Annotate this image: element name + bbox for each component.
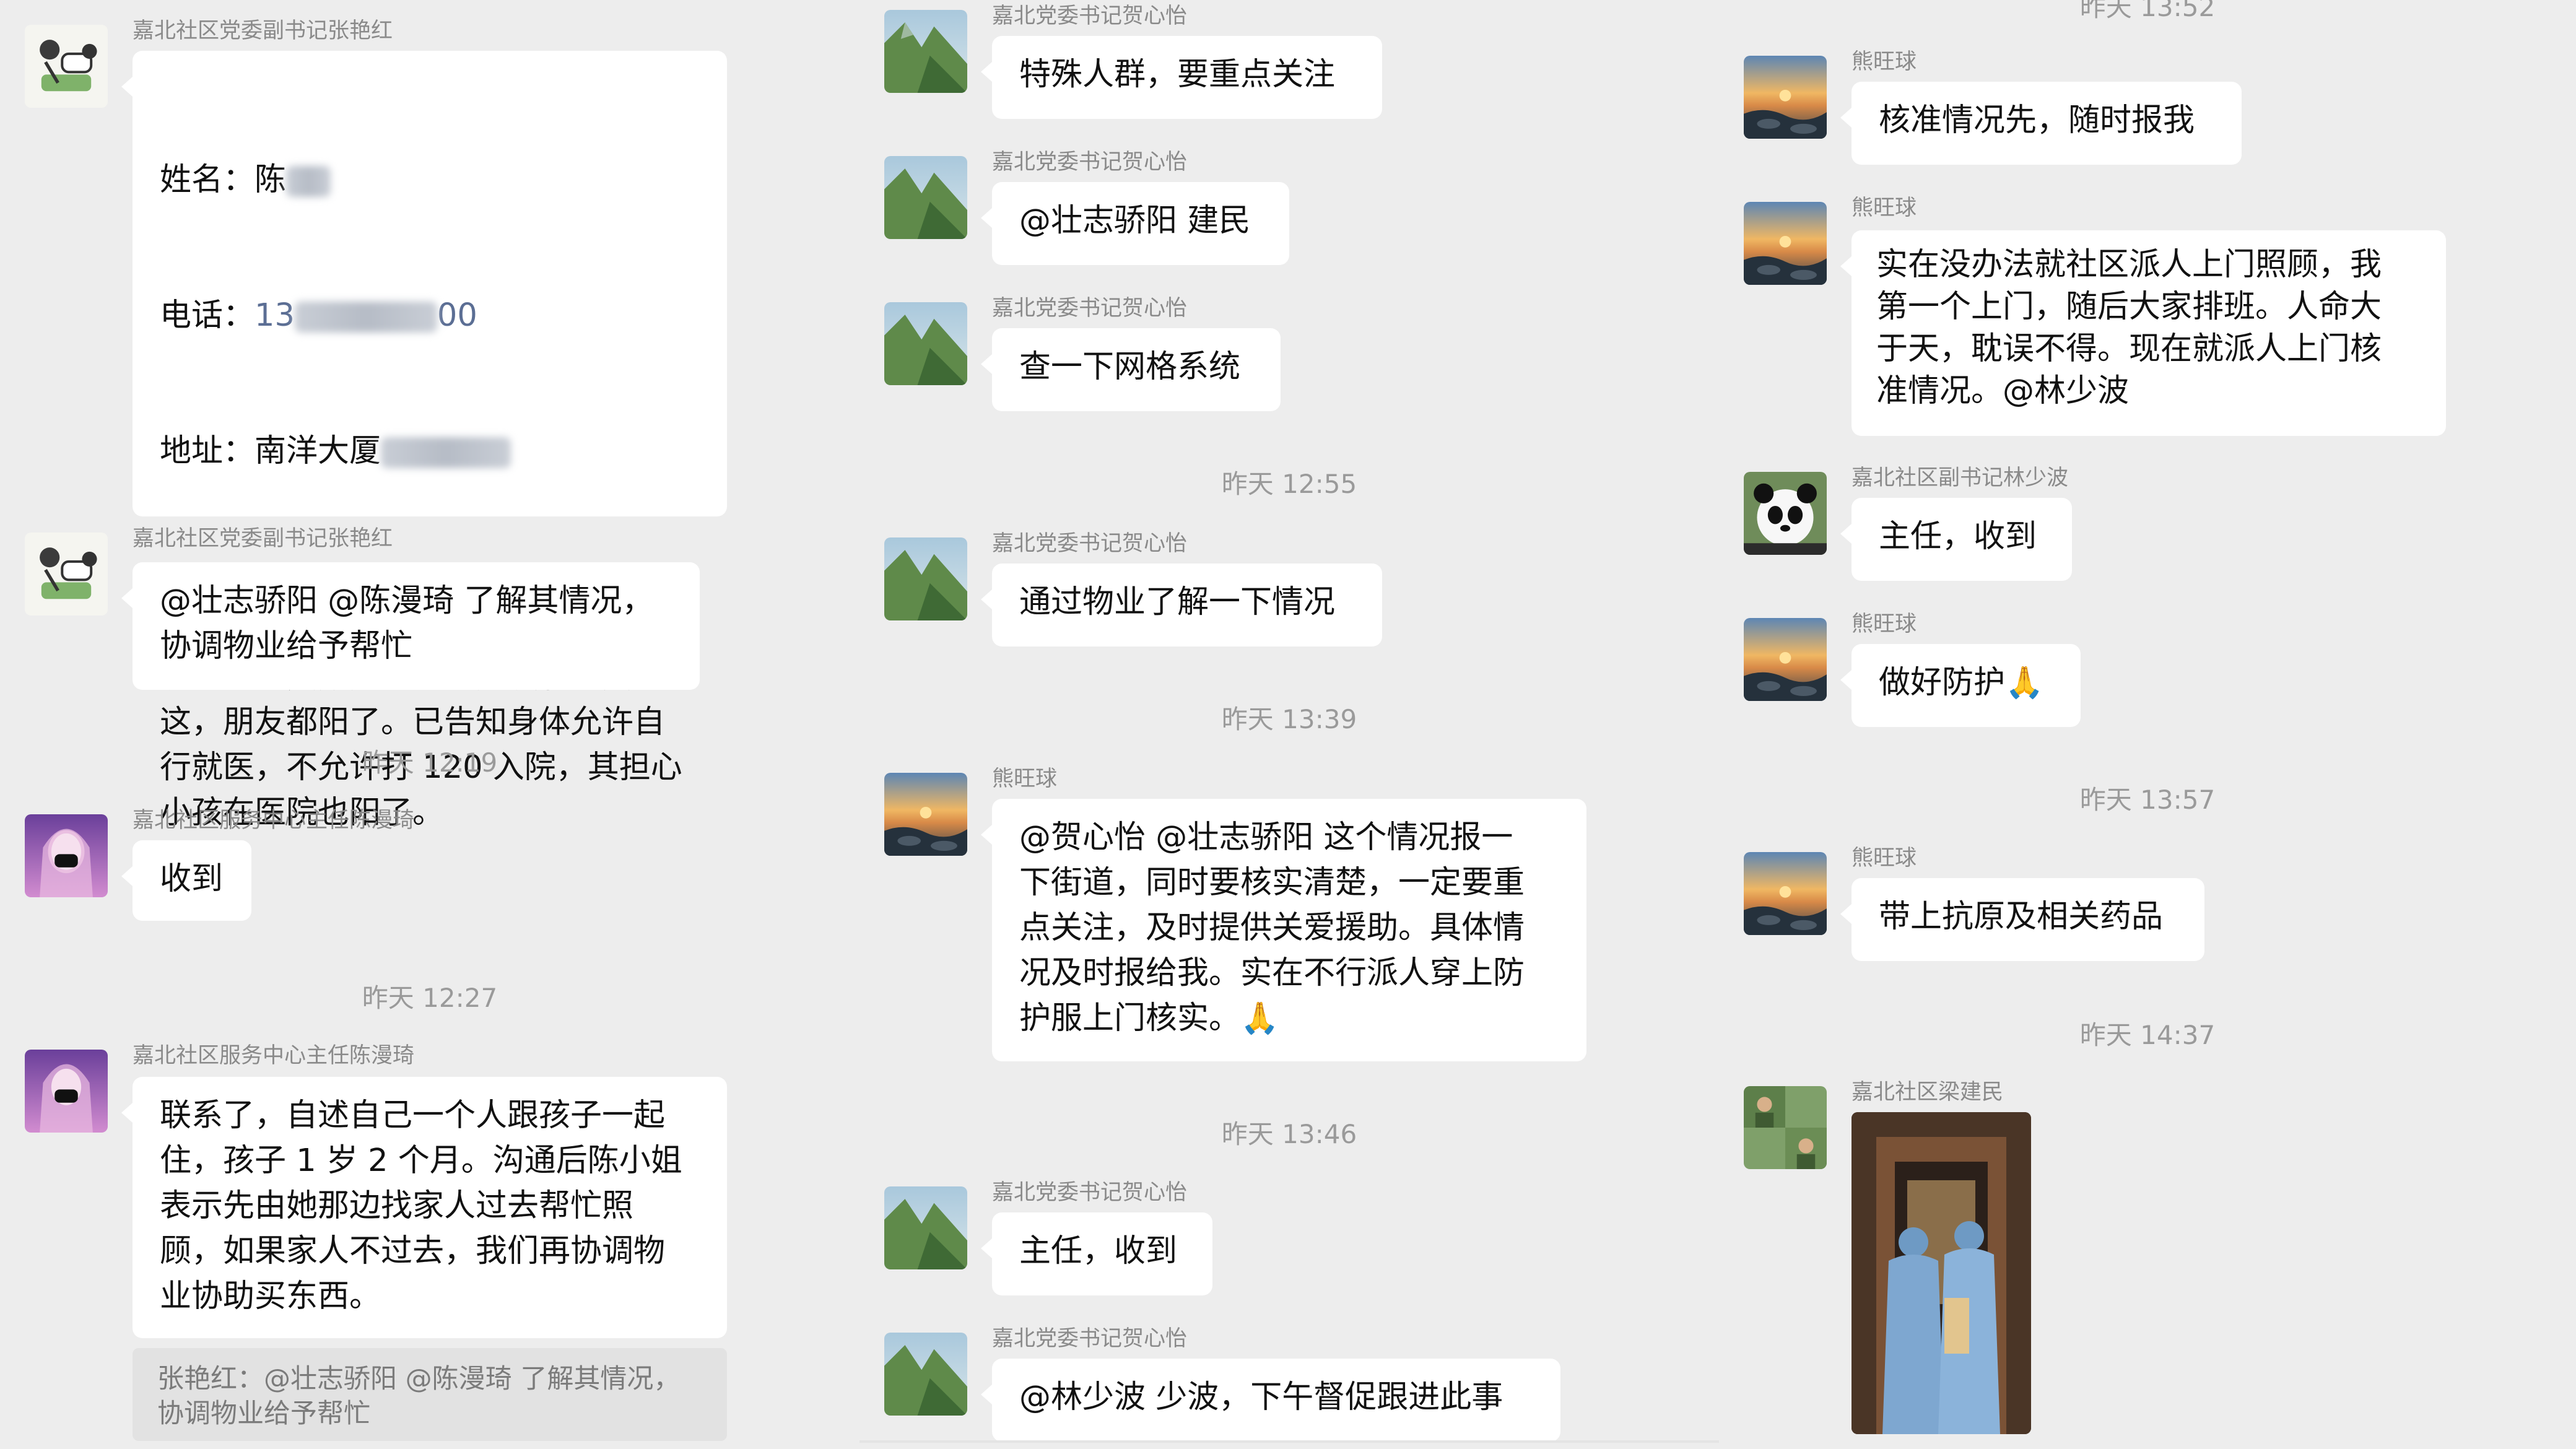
message-item: 熊旺球 带上抗原及相关药品 — [1719, 846, 2576, 970]
contact-name-line: 姓名：陈 — [160, 157, 700, 202]
group-photo-avatar-icon[interactable] — [1744, 1086, 1827, 1169]
message-item: 嘉北党委书记贺心怡 通过物业了解一下情况 — [859, 531, 1719, 655]
address-value: 南洋大厦 — [255, 433, 381, 469]
message-item: 熊旺球 @贺心怡 @壮志骄阳 这个情况报一 下街道，同时要核实清楚，一定要重 点… — [859, 767, 1719, 1064]
timestamp: 昨天 13:39 — [1221, 704, 1357, 734]
address-label: 地址： — [160, 433, 255, 469]
timestamp: 昨天 13:46 — [1221, 1119, 1357, 1149]
message-item: 嘉北党委书记贺心怡 查一下网格系统 — [859, 296, 1719, 420]
sunset-rocks-avatar-icon[interactable] — [1744, 852, 1827, 935]
timestamp: 昨天 13:52 — [2079, 0, 2216, 22]
sender-name: 嘉北党委书记贺心怡 — [992, 1180, 1188, 1205]
message-item: 嘉北社区服务中心主任陈漫琦 联系了，自述自己一个人跟孩子一起 住，孩子 1 岁 … — [0, 1043, 859, 1449]
message-text: 做好防护 — [1879, 664, 2006, 701]
message-bubble[interactable]: 带上抗原及相关药品 — [1840, 878, 2204, 961]
mountain-avatar-icon[interactable] — [884, 1333, 967, 1416]
message-bubble[interactable]: @贺心怡 @壮志骄阳 这个情况报一 下街道，同时要核实清楚，一定要重 点关注，及… — [981, 799, 1586, 1061]
message-bubble[interactable]: 做好防护🙏 — [1840, 644, 2081, 727]
message-bubble[interactable]: 联系了，自述自己一个人跟孩子一起 住，孩子 1 岁 2 个月。沟通后陈小姐 表示… — [121, 1077, 727, 1338]
mountain-avatar-icon[interactable] — [884, 156, 967, 239]
mountain-avatar-icon[interactable] — [884, 302, 967, 385]
sender-name: 嘉北社区副书记林少波 — [1852, 466, 2069, 490]
timestamp: 昨天 13:57 — [2079, 785, 2216, 815]
timestamp: 昨天 12:19 — [362, 747, 498, 778]
sender-name: 嘉北党委书记贺心怡 — [992, 1326, 1188, 1351]
chat-panel-right: 昨天 13:52 熊旺球 核准情况先，随时报我 熊旺球 实在没办法就社区派人上门… — [1719, 0, 2576, 1449]
message-item: 熊旺球 实在没办法就社区派人上门照顾，我 第一个上门，随后大家排班。人命大 于天… — [1719, 196, 2576, 443]
sender-name: 熊旺球 — [992, 767, 1058, 791]
message-item: 熊旺球 核准情况先，随时报我 — [1719, 50, 2576, 173]
name-value: 陈 — [255, 162, 287, 198]
contact-phone-line: 电话：13 00 — [160, 293, 700, 338]
contact-address-line: 地址：南洋大厦 — [160, 429, 700, 474]
name-label: 姓名： — [160, 162, 255, 198]
message-bubble[interactable]: 特殊人群，要重点关注 — [981, 36, 1382, 119]
message-item: 嘉北党委书记贺心怡 特殊人群，要重点关注 — [859, 4, 1719, 128]
sender-name: 熊旺球 — [1852, 612, 1917, 637]
message-bubble[interactable]: 主任，收到 — [1840, 498, 2072, 581]
chat-panel-left: 嘉北社区党委副书记张艳红 姓名：陈 电话：1300 地址：南洋大厦 诉求：自己确… — [0, 0, 859, 1449]
sender-name: 嘉北党委书记贺心怡 — [992, 4, 1188, 28]
message-bubble[interactable]: 查一下网格系统 — [981, 328, 1281, 411]
raised-hands-emoji: 🙏 — [1240, 1000, 1279, 1036]
divider — [859, 1440, 1719, 1443]
phone-value-start[interactable]: 13 — [255, 297, 295, 334]
redaction-blur — [381, 437, 511, 468]
cartoon-avatar-icon[interactable] — [25, 25, 108, 108]
message-item: 嘉北社区副书记林少波 主任，收到 — [1719, 466, 2576, 590]
message-item: 嘉北党委书记贺心怡 主任，收到 — [859, 1180, 1719, 1304]
timestamp: 昨天 12:27 — [362, 983, 498, 1013]
message-item: 嘉北党委书记贺心怡 @林少波 少波，下午督促跟进此事 — [859, 1326, 1719, 1449]
phone-value-end[interactable]: 00 — [437, 297, 477, 334]
sender-name: 嘉北党委书记贺心怡 — [992, 296, 1188, 321]
message-item: 嘉北社区党委副书记张艳红 姓名：陈 电话：1300 地址：南洋大厦 诉求：自己确… — [0, 19, 859, 831]
phone-label: 电话： — [160, 297, 255, 334]
cartoon-avatar-icon[interactable] — [25, 533, 108, 616]
message-bubble[interactable]: 通过物业了解一下情况 — [981, 564, 1382, 646]
sender-name: 嘉北社区党委副书记张艳红 — [133, 19, 393, 43]
message-bubble[interactable]: @壮志骄阳 建民 — [981, 182, 1289, 265]
sender-name: 嘉北党委书记贺心怡 — [992, 531, 1188, 556]
mountain-avatar-icon[interactable] — [884, 1186, 967, 1269]
pink-mask-avatar-icon[interactable] — [25, 814, 108, 897]
message-bubble[interactable]: 收到 — [121, 840, 251, 921]
quoted-message[interactable]: 张艳红：@壮志骄阳 @陈漫琦 了解其情况， 协调物业给予帮忙 — [133, 1348, 727, 1441]
panda-avatar-icon[interactable] — [1744, 472, 1827, 555]
sender-name: 熊旺球 — [1852, 50, 1917, 74]
sender-name: 嘉北社区党委副书记张艳红 — [133, 526, 393, 551]
message-bubble[interactable]: 实在没办法就社区派人上门照顾，我 第一个上门，随后大家排班。人命大 于天，耽误不… — [1840, 230, 2446, 436]
sender-name: 嘉北党委书记贺心怡 — [992, 150, 1188, 175]
timestamp: 昨天 14:37 — [2079, 1020, 2216, 1050]
photo-message[interactable] — [1852, 1112, 2031, 1434]
timestamp: 昨天 12:55 — [1221, 469, 1357, 499]
sender-name: 熊旺球 — [1852, 846, 1917, 871]
sender-name: 嘉北社区服务中心主任陈漫琦 — [133, 808, 415, 833]
sunset-rocks-avatar-icon[interactable] — [1744, 56, 1827, 139]
sender-name: 嘉北社区服务中心主任陈漫琦 — [133, 1043, 415, 1068]
sunset-rocks-avatar-icon[interactable] — [884, 773, 967, 856]
sunset-rocks-avatar-icon[interactable] — [1744, 618, 1827, 701]
sender-name: 熊旺球 — [1852, 196, 1917, 220]
message-item: 嘉北社区服务中心主任陈漫琦 收到 — [0, 808, 859, 932]
message-item: 嘉北社区党委副书记张艳红 @壮志骄阳 @陈漫琦 了解其情况， 协调物业给予帮忙 — [0, 526, 859, 694]
mountain-avatar-icon[interactable] — [884, 537, 967, 620]
pink-mask-avatar-icon[interactable] — [25, 1050, 108, 1133]
message-bubble[interactable]: @林少波 少波，下午督促跟进此事 — [981, 1359, 1560, 1442]
message-bubble[interactable]: @壮志骄阳 @陈漫琦 了解其情况， 协调物业给予帮忙 — [121, 562, 700, 690]
message-bubble[interactable]: 姓名：陈 电话：1300 地址：南洋大厦 诉求：自己确诊了，起床都困难，还 有个… — [121, 51, 727, 831]
message-bubble[interactable]: 主任，收到 — [981, 1212, 1212, 1295]
message-item: 熊旺球 做好防护🙏 — [1719, 612, 2576, 736]
raised-hands-emoji: 🙏 — [2005, 664, 2044, 700]
redaction-blur — [286, 166, 331, 197]
message-item: 嘉北党委书记贺心怡 @壮志骄阳 建民 — [859, 150, 1719, 274]
mountain-avatar-icon[interactable] — [884, 10, 967, 93]
sunset-rocks-avatar-icon[interactable] — [1744, 202, 1827, 285]
redaction-blur — [294, 302, 437, 333]
message-item: 嘉北社区梁建民 — [1719, 1080, 2576, 1445]
message-bubble[interactable]: 核准情况先，随时报我 — [1840, 82, 2242, 165]
sender-name: 嘉北社区梁建民 — [1852, 1080, 2004, 1105]
chat-panel-middle: 嘉北党委书记贺心怡 特殊人群，要重点关注 嘉北党委书记贺心怡 @壮志骄阳 建民 … — [859, 0, 1719, 1449]
